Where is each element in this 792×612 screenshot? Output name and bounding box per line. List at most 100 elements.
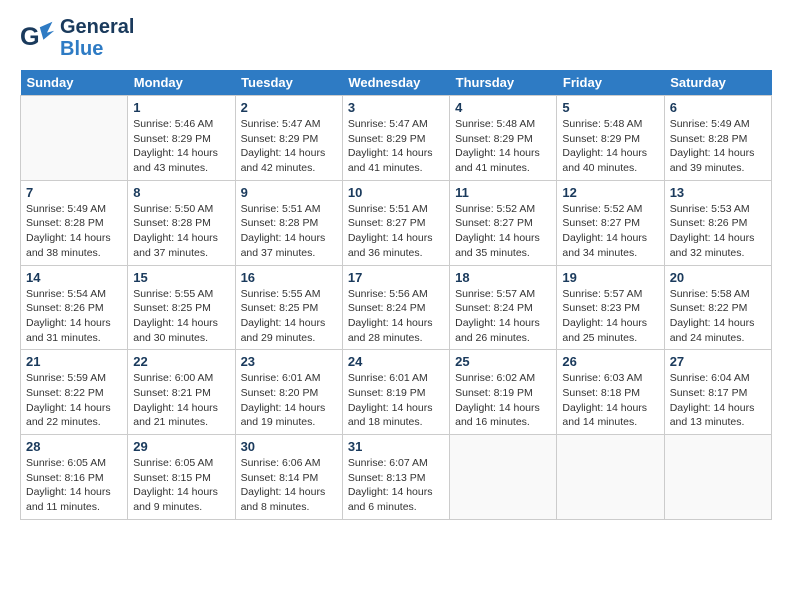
day-info: Sunrise: 6:06 AM Sunset: 8:14 PM Dayligh… (241, 456, 337, 515)
calendar-cell: 10 Sunrise: 5:51 AM Sunset: 8:27 PM Dayli… (342, 180, 449, 265)
col-tuesday: Tuesday (235, 70, 342, 96)
day-number: 1 (133, 100, 229, 115)
col-saturday: Saturday (664, 70, 771, 96)
day-number: 23 (241, 354, 337, 369)
day-number: 5 (562, 100, 658, 115)
day-number: 2 (241, 100, 337, 115)
calendar-week-row: 28Sunrise: 6:05 AM Sunset: 8:16 PM Dayli… (21, 435, 772, 520)
calendar-cell: 2 Sunrise: 5:47 AM Sunset: 8:29 PM Daylig… (235, 96, 342, 181)
day-info: Sunrise: 5:46 AM Sunset: 8:29 PM Dayligh… (133, 117, 229, 176)
calendar-cell: 17 Sunrise: 5:56 AM Sunset: 8:24 PM Dayli… (342, 265, 449, 350)
day-number: 18 (455, 270, 551, 285)
day-info: Sunrise: 5:59 AM Sunset: 8:22 PM Dayligh… (26, 371, 122, 430)
day-number: 11 (455, 185, 551, 200)
calendar-week-row: 14Sunrise: 5:54 AM Sunset: 8:26 PM Dayli… (21, 265, 772, 350)
calendar-cell: 4 Sunrise: 5:48 AM Sunset: 8:29 PM Daylig… (450, 96, 557, 181)
calendar-cell: 29Sunrise: 6:05 AM Sunset: 8:15 PM Dayli… (128, 435, 235, 520)
calendar-cell (664, 435, 771, 520)
calendar-week-row: 21 Sunrise: 5:59 AM Sunset: 8:22 PM Dayli… (21, 350, 772, 435)
day-number: 17 (348, 270, 444, 285)
calendar-cell: 30 Sunrise: 6:06 AM Sunset: 8:14 PM Dayli… (235, 435, 342, 520)
day-number: 21 (26, 354, 122, 369)
day-info: Sunrise: 6:04 AM Sunset: 8:17 PM Dayligh… (670, 371, 766, 430)
calendar-week-row: 7Sunrise: 5:49 AM Sunset: 8:28 PM Daylig… (21, 180, 772, 265)
svg-text:G: G (20, 23, 40, 51)
calendar-week-row: 1 Sunrise: 5:46 AM Sunset: 8:29 PM Daylig… (21, 96, 772, 181)
day-info: Sunrise: 5:49 AM Sunset: 8:28 PM Dayligh… (26, 202, 122, 261)
logo-icon: G (20, 20, 56, 56)
logo: G General Blue (20, 16, 134, 60)
calendar-cell: 7Sunrise: 5:49 AM Sunset: 8:28 PM Daylig… (21, 180, 128, 265)
day-info: Sunrise: 5:56 AM Sunset: 8:24 PM Dayligh… (348, 287, 444, 346)
calendar-cell (21, 96, 128, 181)
calendar-cell: 13Sunrise: 5:53 AM Sunset: 8:26 PM Dayli… (664, 180, 771, 265)
day-info: Sunrise: 5:47 AM Sunset: 8:29 PM Dayligh… (241, 117, 337, 176)
calendar-cell: 24Sunrise: 6:01 AM Sunset: 8:19 PM Dayli… (342, 350, 449, 435)
calendar-cell: 20 Sunrise: 5:58 AM Sunset: 8:22 PM Dayli… (664, 265, 771, 350)
calendar-cell: 27 Sunrise: 6:04 AM Sunset: 8:17 PM Dayli… (664, 350, 771, 435)
col-sunday: Sunday (21, 70, 128, 96)
day-info: Sunrise: 5:58 AM Sunset: 8:22 PM Dayligh… (670, 287, 766, 346)
day-number: 31 (348, 439, 444, 454)
day-info: Sunrise: 5:52 AM Sunset: 8:27 PM Dayligh… (455, 202, 551, 261)
day-info: Sunrise: 5:52 AM Sunset: 8:27 PM Dayligh… (562, 202, 658, 261)
day-number: 12 (562, 185, 658, 200)
calendar-cell: 19 Sunrise: 5:57 AM Sunset: 8:23 PM Dayli… (557, 265, 664, 350)
day-number: 10 (348, 185, 444, 200)
calendar-cell: 31 Sunrise: 6:07 AM Sunset: 8:13 PM Dayli… (342, 435, 449, 520)
day-number: 27 (670, 354, 766, 369)
header: G General Blue (20, 16, 772, 60)
day-info: Sunrise: 5:51 AM Sunset: 8:28 PM Dayligh… (241, 202, 337, 261)
day-info: Sunrise: 5:48 AM Sunset: 8:29 PM Dayligh… (455, 117, 551, 176)
day-number: 29 (133, 439, 229, 454)
calendar-cell: 11 Sunrise: 5:52 AM Sunset: 8:27 PM Dayli… (450, 180, 557, 265)
day-number: 28 (26, 439, 122, 454)
day-number: 22 (133, 354, 229, 369)
day-info: Sunrise: 6:02 AM Sunset: 8:19 PM Dayligh… (455, 371, 551, 430)
day-number: 9 (241, 185, 337, 200)
day-number: 26 (562, 354, 658, 369)
calendar-cell: 25 Sunrise: 6:02 AM Sunset: 8:19 PM Dayli… (450, 350, 557, 435)
day-info: Sunrise: 5:49 AM Sunset: 8:28 PM Dayligh… (670, 117, 766, 176)
day-number: 6 (670, 100, 766, 115)
day-info: Sunrise: 6:07 AM Sunset: 8:13 PM Dayligh… (348, 456, 444, 515)
day-number: 4 (455, 100, 551, 115)
day-info: Sunrise: 5:57 AM Sunset: 8:23 PM Dayligh… (562, 287, 658, 346)
day-number: 25 (455, 354, 551, 369)
logo-name: General (60, 16, 134, 38)
day-info: Sunrise: 5:51 AM Sunset: 8:27 PM Dayligh… (348, 202, 444, 261)
day-info: Sunrise: 5:50 AM Sunset: 8:28 PM Dayligh… (133, 202, 229, 261)
calendar-cell: 6 Sunrise: 5:49 AM Sunset: 8:28 PM Daylig… (664, 96, 771, 181)
calendar-cell: 26 Sunrise: 6:03 AM Sunset: 8:18 PM Dayli… (557, 350, 664, 435)
day-info: Sunrise: 5:57 AM Sunset: 8:24 PM Dayligh… (455, 287, 551, 346)
calendar-cell: 14Sunrise: 5:54 AM Sunset: 8:26 PM Dayli… (21, 265, 128, 350)
calendar-cell: 28Sunrise: 6:05 AM Sunset: 8:16 PM Dayli… (21, 435, 128, 520)
day-info: Sunrise: 5:55 AM Sunset: 8:25 PM Dayligh… (241, 287, 337, 346)
calendar-header-row: Sunday Monday Tuesday Wednesday Thursday… (21, 70, 772, 96)
day-info: Sunrise: 5:55 AM Sunset: 8:25 PM Dayligh… (133, 287, 229, 346)
day-number: 8 (133, 185, 229, 200)
calendar-cell: 1 Sunrise: 5:46 AM Sunset: 8:29 PM Daylig… (128, 96, 235, 181)
calendar-cell: 22Sunrise: 6:00 AM Sunset: 8:21 PM Dayli… (128, 350, 235, 435)
day-number: 16 (241, 270, 337, 285)
day-number: 13 (670, 185, 766, 200)
page: G General Blue Sunday Monday Tuesday (0, 0, 792, 612)
day-info: Sunrise: 5:48 AM Sunset: 8:29 PM Dayligh… (562, 117, 658, 176)
col-friday: Friday (557, 70, 664, 96)
day-number: 30 (241, 439, 337, 454)
day-info: Sunrise: 6:03 AM Sunset: 8:18 PM Dayligh… (562, 371, 658, 430)
day-number: 20 (670, 270, 766, 285)
col-thursday: Thursday (450, 70, 557, 96)
day-info: Sunrise: 6:01 AM Sunset: 8:19 PM Dayligh… (348, 371, 444, 430)
calendar-cell: 8 Sunrise: 5:50 AM Sunset: 8:28 PM Daylig… (128, 180, 235, 265)
day-number: 3 (348, 100, 444, 115)
day-number: 19 (562, 270, 658, 285)
calendar-cell: 3Sunrise: 5:47 AM Sunset: 8:29 PM Daylig… (342, 96, 449, 181)
calendar-cell: 5 Sunrise: 5:48 AM Sunset: 8:29 PM Daylig… (557, 96, 664, 181)
col-monday: Monday (128, 70, 235, 96)
calendar-cell (450, 435, 557, 520)
day-number: 14 (26, 270, 122, 285)
calendar-table: Sunday Monday Tuesday Wednesday Thursday… (20, 70, 772, 520)
day-number: 15 (133, 270, 229, 285)
logo-blue: Blue (60, 38, 103, 60)
